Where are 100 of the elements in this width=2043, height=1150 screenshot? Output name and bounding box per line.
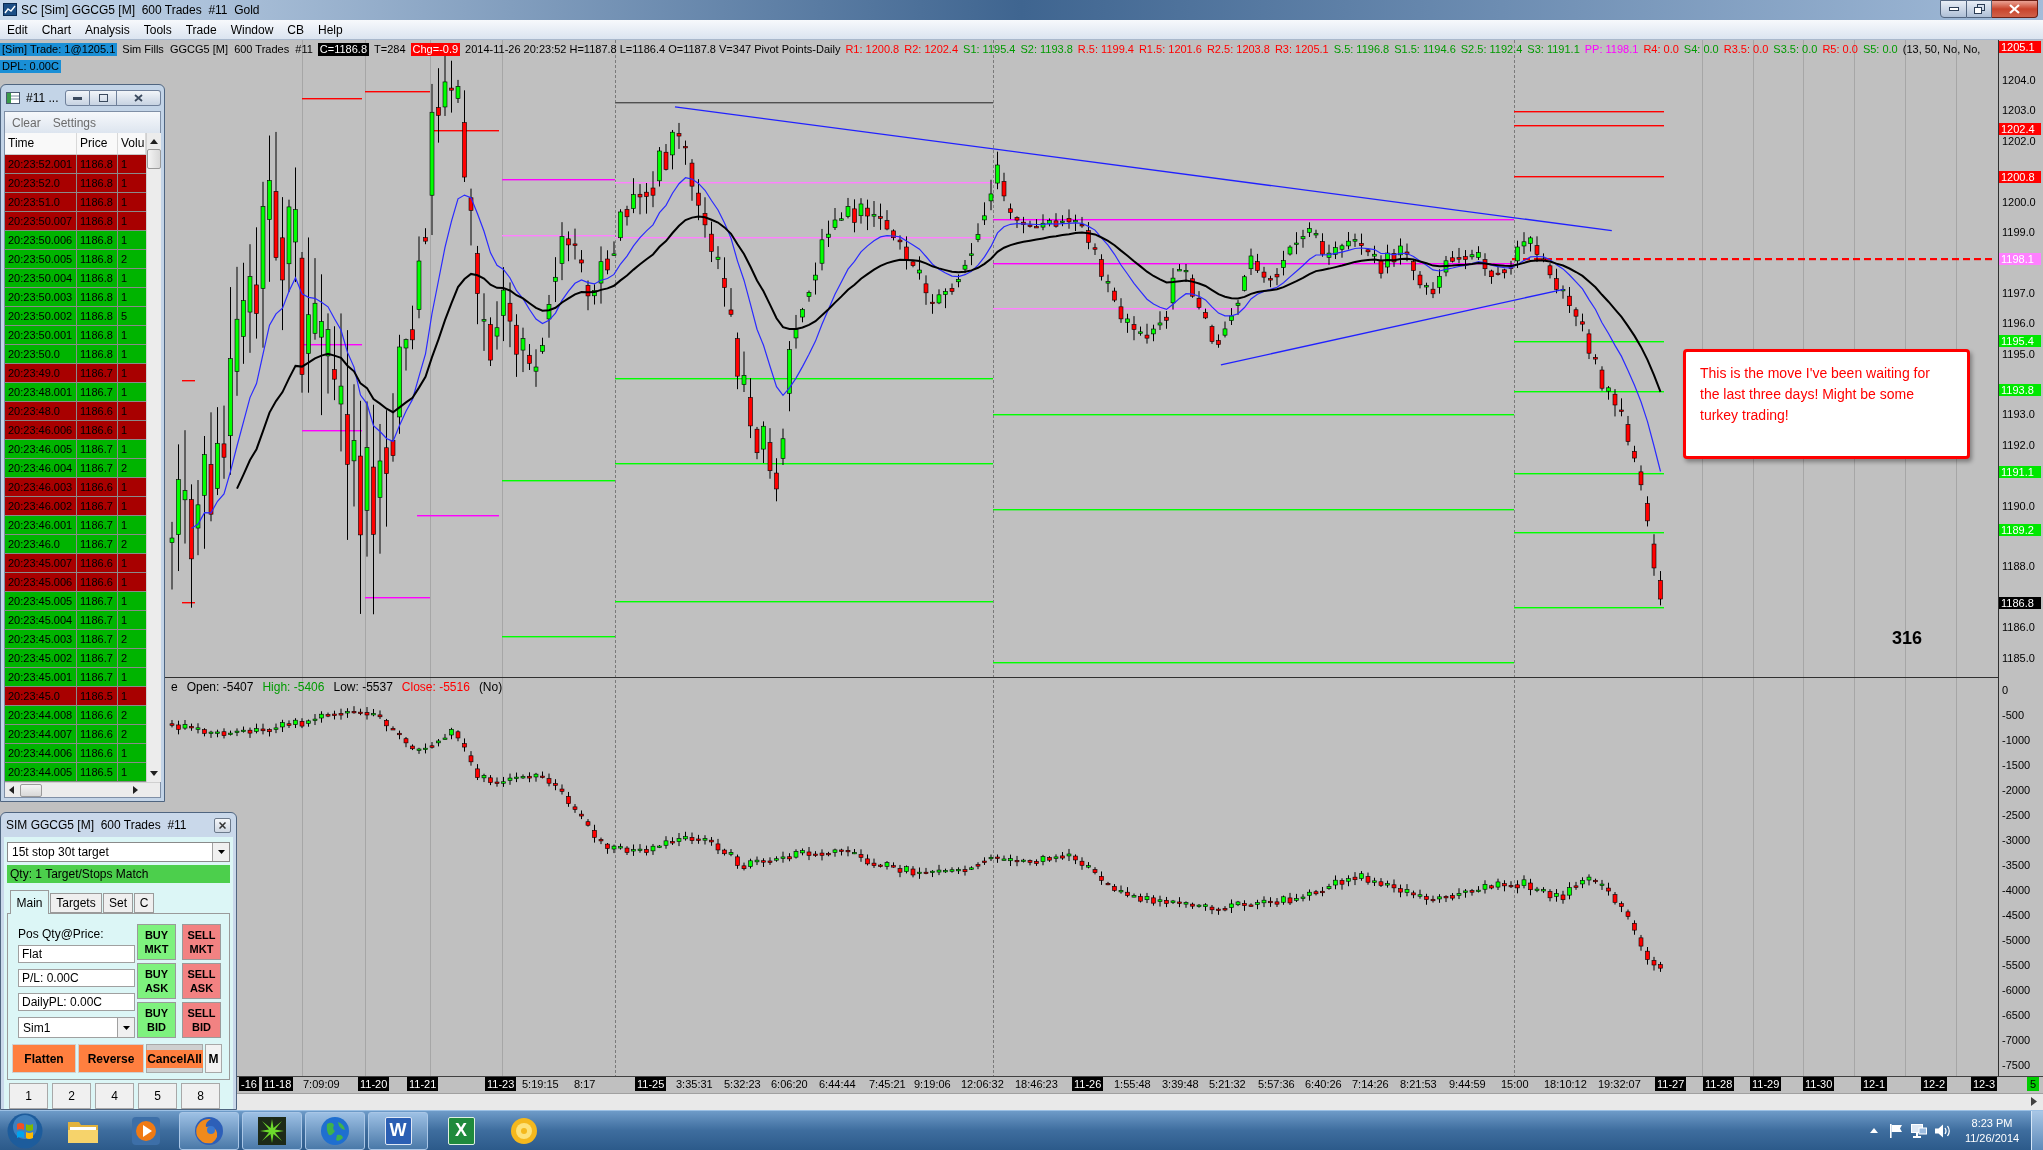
- time-label: 7:09:09: [302, 1077, 341, 1091]
- flag-icon: [1889, 1123, 1903, 1138]
- volume-cell-text: 1: [120, 613, 129, 628]
- quantity-button[interactable]: 8: [181, 1083, 220, 1109]
- scroll-thumb[interactable]: [147, 149, 161, 169]
- menu-item[interactable]: Edit: [0, 20, 35, 39]
- order-button[interactable]: SELL MKT: [182, 924, 221, 960]
- strategy-dropdown[interactable]: 15t stop 30t target: [7, 842, 230, 862]
- tab[interactable]: Main: [10, 890, 49, 914]
- menu-item[interactable]: Help: [311, 20, 350, 39]
- scroll-thumb[interactable]: [20, 783, 42, 797]
- time-cell: 20:23:45.005: [5, 592, 77, 610]
- close-button[interactable]: [1992, 0, 2038, 18]
- restore-button[interactable]: [1967, 0, 1992, 18]
- volume-cell-text: 1: [120, 765, 129, 780]
- volume-cell-text: 1: [120, 290, 129, 305]
- tab[interactable]: C: [134, 893, 154, 913]
- tab[interactable]: Set: [103, 893, 133, 913]
- volume-cell-text: 1: [120, 746, 129, 761]
- pivot-value-text: R5: 0.0: [1822, 43, 1858, 56]
- volume-cell-text: 1: [120, 499, 129, 514]
- tab[interactable]: Targets: [50, 893, 102, 913]
- action-button[interactable]: Reverse: [78, 1044, 144, 1073]
- chart-info-text: Sim Fills GGCG5 [M] 600 Trades #11: [122, 43, 313, 56]
- time-label: 11-18: [262, 1077, 294, 1091]
- pivot-value-text: S2.5: 1192.4: [1460, 43, 1523, 56]
- time-label: 7:45:21: [868, 1077, 907, 1091]
- show-desktop-button[interactable]: [2031, 1110, 2043, 1150]
- price-marker: 1191.1: [1999, 466, 2041, 479]
- order-button[interactable]: SELL ASK: [182, 963, 221, 999]
- column-header[interactable]: Time: [5, 133, 77, 154]
- time-label: 1:55:48: [1113, 1077, 1152, 1091]
- taskbar-button[interactable]: X: [431, 1111, 491, 1150]
- axis-label: -1500: [2002, 759, 2031, 771]
- time-label: 9:19:06: [913, 1077, 952, 1091]
- menu-item[interactable]: Trade: [178, 20, 224, 39]
- minimize-button[interactable]: [65, 90, 90, 106]
- menu-item[interactable]: Window: [223, 20, 281, 39]
- menu-item[interactable]: Chart: [34, 20, 79, 39]
- close-button[interactable]: [214, 817, 231, 833]
- time-label: 5: [2027, 1077, 2040, 1091]
- time-cell: 20:23:45.0: [5, 687, 77, 705]
- price-marker: 1200.8: [1999, 171, 2041, 184]
- earth-globe-icon: [320, 1115, 350, 1146]
- taskbar-button[interactable]: W: [368, 1111, 428, 1150]
- close-icon: [2009, 4, 2020, 14]
- study-value-text: Close: -5516: [401, 680, 470, 694]
- action-button[interactable]: Flatten: [12, 1044, 76, 1073]
- column-header[interactable]: Price: [77, 133, 118, 154]
- volume-cell-text: 1: [120, 233, 129, 248]
- quantity-button[interactable]: 5: [138, 1083, 177, 1109]
- price-marker: 1205.1: [1999, 40, 2041, 53]
- time-label: 3:35:31: [675, 1077, 714, 1091]
- time-cell: 20:23:50.007: [5, 212, 77, 230]
- close-button[interactable]: [117, 90, 161, 106]
- time-cell: 20:23:45.003: [5, 630, 77, 648]
- order-button[interactable]: BUY ASK: [137, 963, 176, 999]
- pivot-value-text: R.5: 1199.4: [1077, 43, 1134, 56]
- time-cell: 20:23:46.002: [5, 497, 77, 515]
- vertical-scrollbar[interactable]: [146, 133, 161, 782]
- time-cell: 20:23:49.0: [5, 364, 77, 382]
- taskbar-button[interactable]: [242, 1111, 302, 1150]
- price-cell: 1186.8: [77, 231, 118, 249]
- axis-label: 0: [2002, 684, 2009, 696]
- order-button[interactable]: SELL BID: [182, 1002, 221, 1038]
- time-cell: 20:23:46.0: [5, 535, 77, 553]
- minimize-icon: [73, 96, 82, 100]
- order-button[interactable]: BUY MKT: [137, 924, 176, 960]
- maximize-button[interactable]: [90, 90, 117, 106]
- axis-label: -7000: [2002, 1034, 2031, 1046]
- axis-label: 1204.0: [2002, 74, 2036, 86]
- action-button[interactable]: M: [205, 1044, 222, 1073]
- order-button[interactable]: BUY BID: [137, 1002, 176, 1038]
- status-bar: Qty: 1 Target/Stops Match: [7, 865, 230, 883]
- clock-button[interactable]: 8:23 PM 11/26/2014: [1961, 1112, 2023, 1149]
- time-cell: 20:23:46.005: [5, 440, 77, 458]
- menu-item[interactable]: Analysis: [78, 20, 137, 39]
- pivot-line: [182, 602, 195, 604]
- menu-item[interactable]: CB: [280, 20, 311, 39]
- menu-item[interactable]: Clear: [12, 113, 41, 132]
- horizontal-scrollbar[interactable]: [5, 782, 160, 797]
- volume-cell-text: 1: [120, 366, 129, 381]
- price-cell: 1186.7: [77, 383, 118, 401]
- action-button[interactable]: CancelAll: [146, 1044, 203, 1073]
- account-dropdown[interactable]: Sim1: [18, 1017, 135, 1038]
- axis-label: 1192.0: [2002, 438, 2035, 451]
- minimize-button[interactable]: [1940, 0, 1967, 18]
- quantity-button[interactable]: 2: [52, 1083, 91, 1109]
- volume-cell-text: 2: [120, 537, 129, 552]
- caret-down-icon: [122, 1025, 130, 1030]
- quantity-button[interactable]: 1: [9, 1083, 48, 1109]
- volume-cell-text: 1: [120, 423, 129, 438]
- axis-label: 1193.0: [2002, 408, 2035, 421]
- window-title: SIM GGCG5 [M] 600 Trades #11: [6, 817, 187, 834]
- quantity-button[interactable]: 4: [95, 1083, 134, 1109]
- time-label: 11-25: [635, 1077, 667, 1091]
- price-cell: 1186.8: [77, 250, 118, 268]
- menu-item[interactable]: Settings: [52, 113, 97, 132]
- horizontal-scrollbar[interactable]: [237, 1093, 2043, 1110]
- menu-item[interactable]: Tools: [136, 20, 179, 39]
